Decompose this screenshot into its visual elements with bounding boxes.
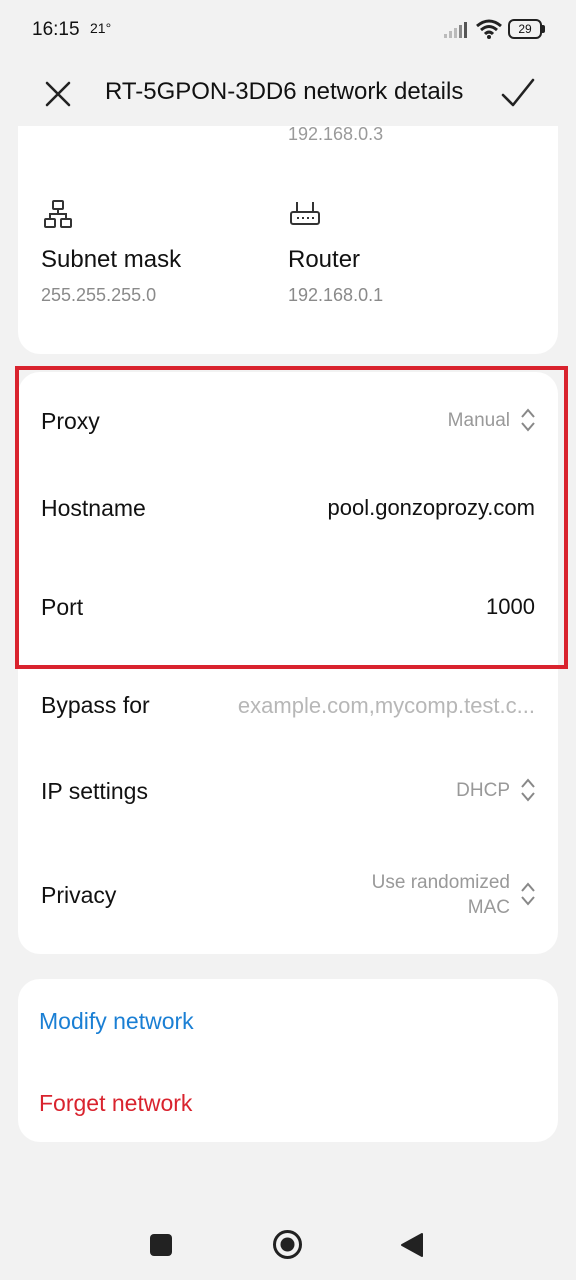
router-label: Router xyxy=(288,246,361,273)
page-title: RT-5GPON-3DD6 network details xyxy=(105,78,464,105)
ip-details-card: 192.168.0.3 Subnet mask 255.255.255.0 Ro… xyxy=(18,126,558,354)
up-down-chevron-icon xyxy=(521,882,535,906)
hostname-label: Hostname xyxy=(41,495,146,521)
router-value: 192.168.0.1 xyxy=(288,285,384,305)
up-down-chevron-icon xyxy=(521,408,535,432)
ip-address-value: 192.168.0.3 xyxy=(288,126,384,144)
ip-settings-value: DHCP xyxy=(456,780,510,801)
subnet-mask-value: 255.255.255.0 xyxy=(41,285,157,305)
status-temperature: 21° xyxy=(90,20,112,36)
proxy-label: Proxy xyxy=(41,408,100,434)
privacy-value-line1: Use randomized xyxy=(371,872,510,893)
bypass-label: Bypass for xyxy=(41,692,150,718)
privacy-value-line2: MAC xyxy=(467,897,510,918)
battery-level: 29 xyxy=(518,22,532,36)
privacy-label: Privacy xyxy=(41,882,117,908)
forget-network-button[interactable]: Forget network xyxy=(39,1090,192,1117)
battery-icon: 29 xyxy=(508,19,546,39)
subnet-mask-label: Subnet mask xyxy=(41,246,182,273)
ip-settings-row[interactable]: IP settings DHCP xyxy=(18,762,558,852)
privacy-row[interactable]: Privacy Use randomized MAC xyxy=(18,852,558,952)
ip-settings-label: IP settings xyxy=(41,778,148,804)
bypass-row[interactable]: Bypass for example.com,mycomp.test.c... xyxy=(18,672,558,762)
hostname-input[interactable]: pool.gonzoprozy.com xyxy=(328,495,536,521)
close-icon[interactable] xyxy=(38,74,78,114)
bypass-input[interactable]: example.com,mycomp.test.c... xyxy=(238,693,535,719)
port-row[interactable]: Port 1000 xyxy=(18,564,558,660)
port-input[interactable]: 1000 xyxy=(486,594,535,620)
home-circle-icon[interactable] xyxy=(272,1229,303,1260)
checkmark-icon[interactable] xyxy=(496,72,540,116)
network-settings-card: Proxy Manual Hostname pool.gonzoprozy.co… xyxy=(18,372,558,954)
wifi-icon xyxy=(476,19,502,39)
status-bar: 16:15 21° 29 xyxy=(0,0,576,60)
status-time: 16:15 xyxy=(32,19,80,40)
recents-square-icon[interactable] xyxy=(150,1234,172,1256)
hostname-row[interactable]: Hostname pool.gonzoprozy.com xyxy=(18,468,558,564)
proxy-value: Manual xyxy=(447,410,510,431)
router-icon xyxy=(290,202,320,225)
proxy-row[interactable]: Proxy Manual xyxy=(18,372,558,468)
back-triangle-icon[interactable] xyxy=(400,1232,424,1258)
modify-network-button[interactable]: Modify network xyxy=(39,1008,194,1035)
up-down-chevron-icon xyxy=(521,778,535,802)
actions-card: Modify network Forget network xyxy=(18,979,558,1142)
header: RT-5GPON-3DD6 network details xyxy=(0,60,576,126)
port-label: Port xyxy=(41,594,84,620)
signal-icon xyxy=(444,22,467,38)
network-tree-icon xyxy=(44,200,72,228)
